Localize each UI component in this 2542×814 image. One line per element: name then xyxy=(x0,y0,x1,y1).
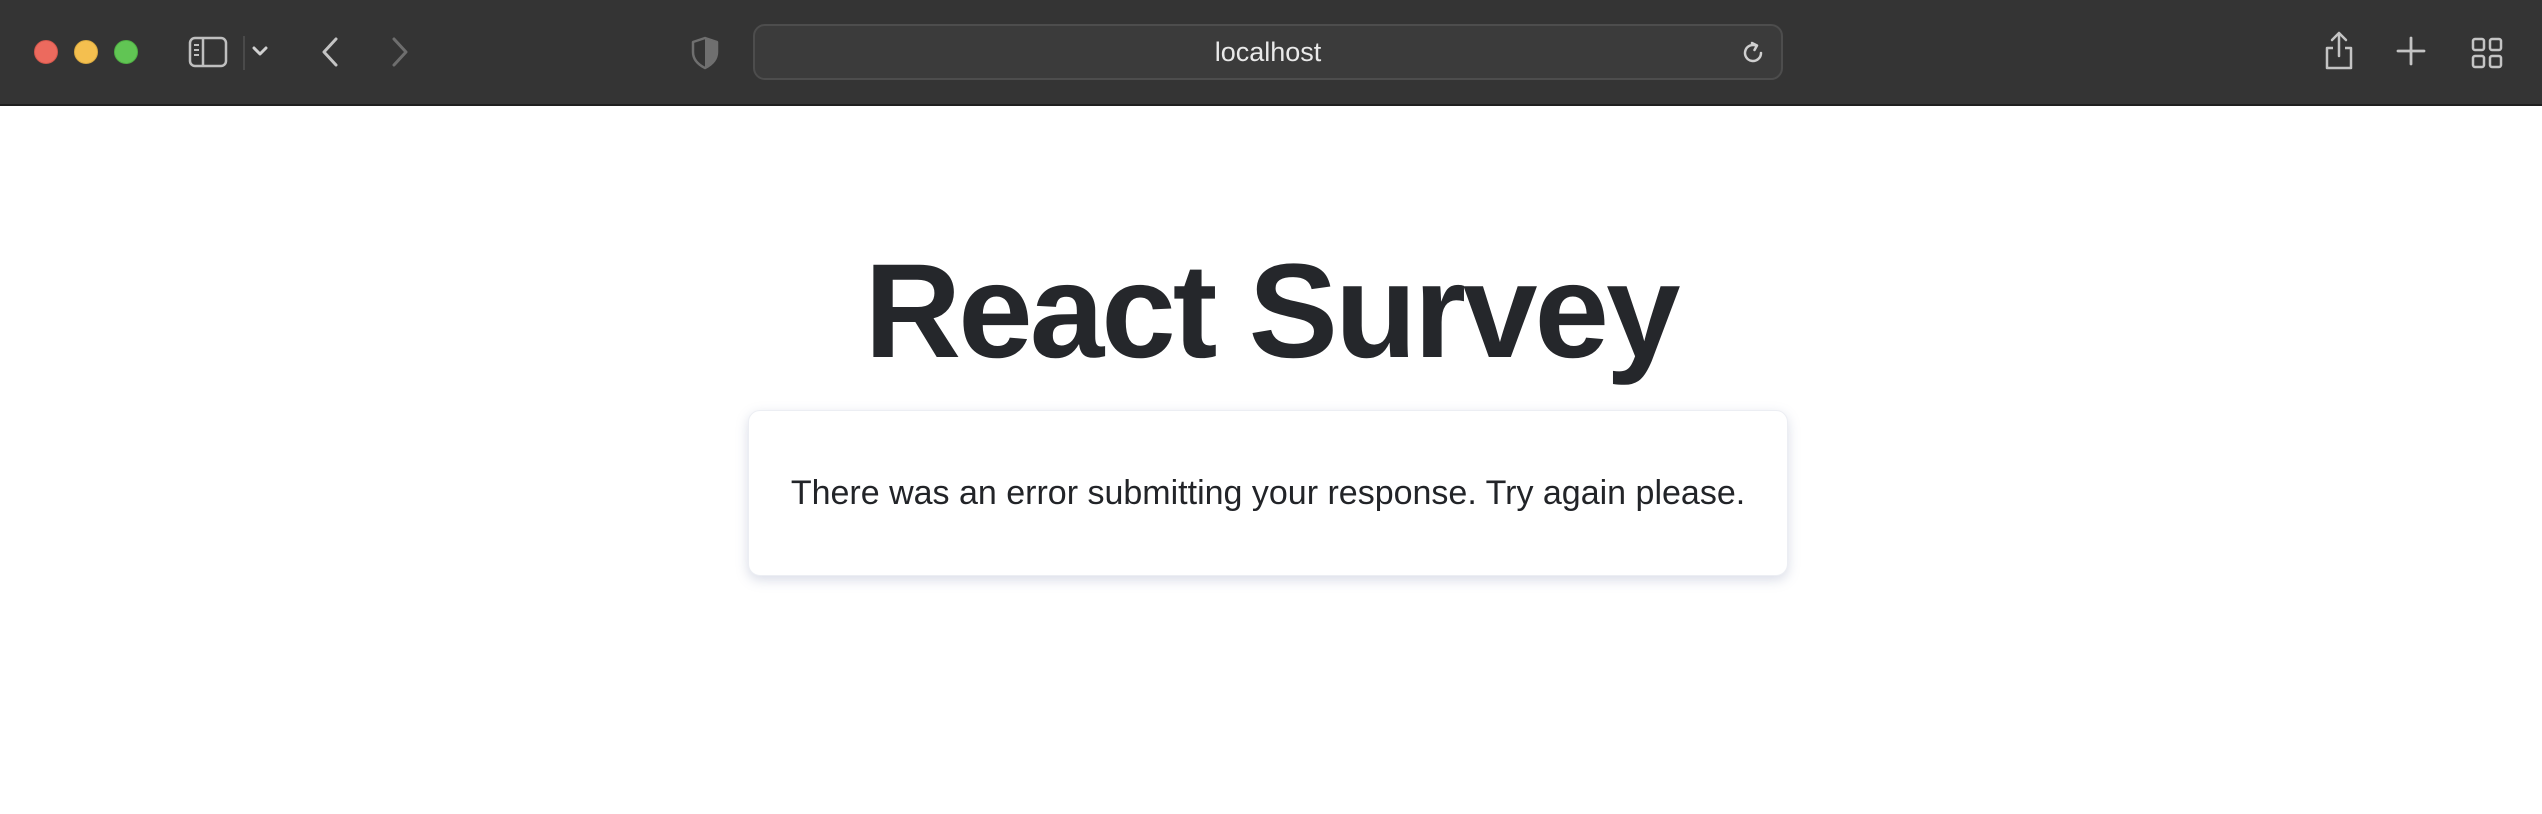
share-icon xyxy=(2322,30,2356,72)
address-bar[interactable]: localhost xyxy=(753,24,1783,80)
browser-toolbar: localhost xyxy=(0,0,2542,106)
new-tab-button[interactable] xyxy=(2394,34,2428,68)
toolbar-separator xyxy=(243,36,245,70)
reload-icon xyxy=(1739,41,1767,71)
share-button[interactable] xyxy=(2322,30,2356,72)
tab-overview-button[interactable] xyxy=(2470,36,2504,70)
chevron-right-icon xyxy=(388,34,412,70)
error-message-card: There was an error submitting your respo… xyxy=(748,410,1788,576)
minimize-window-button[interactable] xyxy=(74,40,98,64)
chevron-down-icon xyxy=(251,44,269,58)
plus-icon xyxy=(2394,34,2428,68)
close-window-button[interactable] xyxy=(34,40,58,64)
reload-button[interactable] xyxy=(1739,39,1767,72)
address-text: localhost xyxy=(1214,37,1322,67)
sidebar-icon xyxy=(188,36,228,68)
chevron-left-icon xyxy=(318,34,342,70)
shield-icon xyxy=(690,36,720,70)
sidebar-toggle-button[interactable] xyxy=(188,36,228,68)
sidebar-dropdown-button[interactable] xyxy=(251,44,269,58)
page-title: React Survey xyxy=(864,237,1680,386)
zoom-window-button[interactable] xyxy=(114,40,138,64)
back-button[interactable] xyxy=(318,34,342,70)
error-message-text: There was an error submitting your respo… xyxy=(790,474,1746,512)
grid-icon xyxy=(2470,36,2504,70)
forward-button[interactable] xyxy=(388,34,412,70)
privacy-report-button[interactable] xyxy=(690,36,720,70)
